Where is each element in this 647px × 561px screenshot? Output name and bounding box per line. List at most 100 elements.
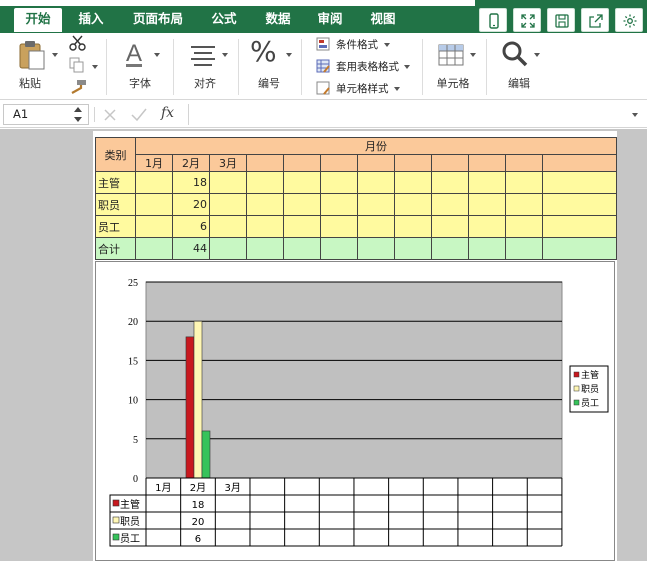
header-category-cell[interactable]: 类别 [95, 137, 136, 172]
share-icon[interactable] [581, 8, 609, 32]
value-cell[interactable] [209, 171, 247, 194]
empty-cell[interactable] [357, 215, 395, 238]
value-cell[interactable]: 6 [172, 215, 210, 238]
empty-cell[interactable] [320, 193, 358, 216]
conditional-format-label: 条件格式 [336, 39, 378, 51]
settings-icon[interactable] [615, 8, 643, 32]
conditional-format-button[interactable]: 条件格式 [314, 35, 414, 53]
value-cell[interactable]: 20 [172, 193, 210, 216]
empty-cell[interactable] [246, 215, 284, 238]
month-cell[interactable]: 2月 [172, 154, 210, 172]
tab-page-layout[interactable]: 页面布局 [125, 8, 191, 32]
empty-cell[interactable] [320, 215, 358, 238]
empty-cell[interactable] [357, 154, 395, 172]
empty-cell[interactable] [542, 154, 617, 172]
copy-icon[interactable] [68, 57, 86, 73]
empty-cell[interactable] [283, 154, 321, 172]
empty-cell[interactable] [246, 193, 284, 216]
empty-cell[interactable] [468, 171, 506, 194]
empty-cell[interactable] [283, 171, 321, 194]
enter-icon[interactable] [131, 108, 147, 122]
table-format-button[interactable]: 套用表格格式 [314, 57, 424, 75]
empty-cell[interactable] [320, 154, 358, 172]
value-cell[interactable] [209, 215, 247, 238]
value-cell[interactable] [135, 171, 173, 194]
empty-cell[interactable] [505, 193, 543, 216]
value-cell[interactable] [135, 193, 173, 216]
empty-cell[interactable] [246, 154, 284, 172]
format-painter-icon[interactable] [68, 79, 88, 95]
cells-group-button[interactable]: 单元格 [430, 37, 478, 95]
row-label-cell[interactable]: 职员 [95, 193, 136, 216]
empty-cell[interactable] [394, 237, 432, 260]
font-dropdown-icon [154, 53, 160, 57]
empty-cell[interactable] [357, 193, 395, 216]
tab-review[interactable]: 审阅 [309, 8, 351, 32]
month-cell[interactable]: 1月 [135, 154, 173, 172]
tab-data[interactable]: 数据 [257, 8, 299, 32]
empty-cell[interactable] [468, 215, 506, 238]
edit-group-button[interactable]: 编辑 [494, 37, 544, 95]
empty-cell[interactable] [394, 193, 432, 216]
empty-cell[interactable] [394, 215, 432, 238]
empty-cell[interactable] [246, 171, 284, 194]
empty-cell[interactable] [505, 215, 543, 238]
chart[interactable]: 0 5 10 15 20 25 1月 2月 3月 主管 18 职员 20 员工 6 主管 职员 员工 [95, 261, 615, 561]
empty-cell[interactable] [505, 237, 543, 260]
value-cell[interactable] [209, 193, 247, 216]
value-cell[interactable] [135, 215, 173, 238]
empty-cell[interactable] [357, 237, 395, 260]
tab-home[interactable]: 开始 [14, 8, 62, 32]
empty-cell[interactable] [468, 154, 506, 172]
total-value-cell[interactable] [209, 237, 247, 260]
empty-cell[interactable] [283, 193, 321, 216]
empty-cell[interactable] [246, 237, 284, 260]
empty-cell[interactable] [320, 237, 358, 260]
name-box-spinner-icon[interactable] [73, 105, 83, 125]
empty-cell[interactable] [505, 171, 543, 194]
total-value-cell[interactable] [135, 237, 173, 260]
empty-cell[interactable] [320, 171, 358, 194]
value-cell[interactable]: 18 [172, 171, 210, 194]
row-label-cell[interactable]: 员工 [95, 215, 136, 238]
align-group-button[interactable]: 对齐 [180, 37, 230, 95]
empty-cell[interactable] [394, 171, 432, 194]
paste-button[interactable]: 粘贴 [10, 37, 58, 95]
empty-cell[interactable] [431, 215, 469, 238]
font-group-button[interactable]: A 字体 [118, 37, 164, 95]
empty-cell[interactable] [431, 193, 469, 216]
insert-function-icon[interactable]: fx [161, 105, 174, 121]
formula-expand-icon[interactable] [632, 113, 638, 117]
month-cell[interactable]: 3月 [209, 154, 247, 172]
cell-style-button[interactable]: 单元格样式 [314, 79, 414, 97]
empty-cell[interactable] [357, 171, 395, 194]
total-label-cell[interactable]: 合计 [95, 237, 136, 260]
empty-cell[interactable] [505, 154, 543, 172]
fullscreen-icon[interactable] [513, 8, 541, 32]
empty-cell[interactable] [431, 154, 469, 172]
phone-icon[interactable] [479, 8, 507, 32]
empty-cell[interactable] [431, 171, 469, 194]
total-value-cell[interactable]: 44 [172, 237, 210, 260]
empty-cell[interactable] [431, 237, 469, 260]
tab-view[interactable]: 视图 [362, 8, 404, 32]
empty-cell[interactable] [542, 193, 617, 216]
number-group-button[interactable]: % 编号 [244, 35, 294, 95]
table-format-icon [316, 59, 330, 73]
cancel-icon[interactable] [103, 108, 117, 122]
empty-cell[interactable] [468, 237, 506, 260]
header-month-cell[interactable]: 月份 [135, 137, 617, 155]
save-icon[interactable] [547, 8, 575, 32]
row-label-cell[interactable]: 主管 [95, 171, 136, 194]
empty-cell[interactable] [283, 215, 321, 238]
empty-cell[interactable] [468, 193, 506, 216]
empty-cell[interactable] [542, 215, 617, 238]
empty-cell[interactable] [283, 237, 321, 260]
empty-cell[interactable] [542, 237, 617, 260]
tab-insert[interactable]: 插入 [70, 8, 112, 32]
cut-icon[interactable] [68, 35, 88, 51]
tab-formulas[interactable]: 公式 [203, 8, 245, 32]
formula-input[interactable] [188, 104, 630, 125]
empty-cell[interactable] [394, 154, 432, 172]
empty-cell[interactable] [542, 171, 617, 194]
